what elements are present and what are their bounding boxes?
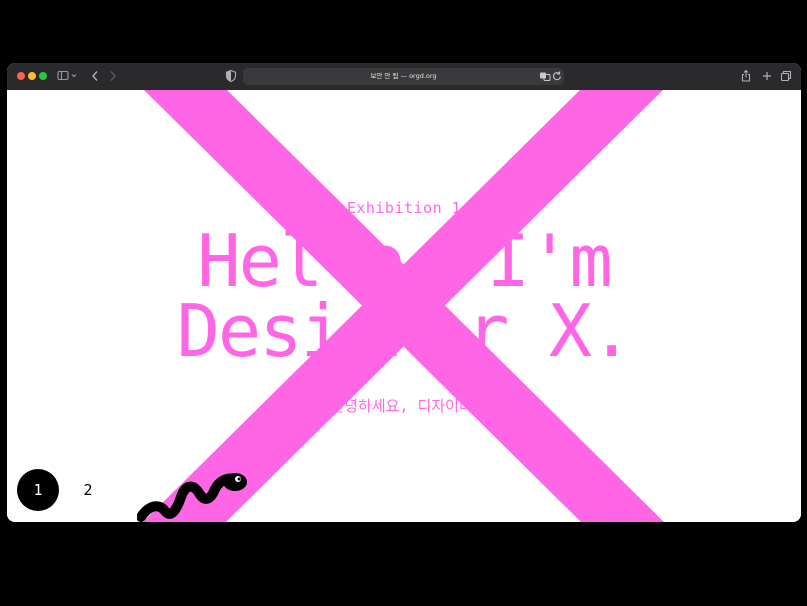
page-content: Exhibition 1 Hello, I'm Designer X. 전시 1… — [7, 90, 801, 522]
page-title: Hello, I'm Designer X. — [7, 219, 801, 373]
close-window-button[interactable] — [17, 72, 25, 80]
address-bar[interactable]: 보안 안 됨 — orgd.org — [243, 68, 564, 85]
tab-overview-icon[interactable] — [780, 69, 792, 83]
browser-window: 보안 안 됨 — orgd.org Exhibition 1 Hello, I'… — [7, 63, 801, 522]
shield-icon[interactable] — [225, 69, 237, 83]
browser-toolbar: 보안 안 됨 — orgd.org — [7, 63, 801, 91]
maximize-window-button[interactable] — [39, 72, 47, 80]
exhibition-label: Exhibition 1 — [346, 199, 462, 217]
title-line-1: Hello, I'm — [197, 219, 612, 303]
minimize-window-button[interactable] — [28, 72, 36, 80]
sidebar-icon[interactable] — [57, 69, 79, 83]
title-line-2: Designer X. — [176, 289, 634, 373]
plus-icon[interactable] — [761, 69, 773, 83]
share-icon[interactable] — [740, 69, 752, 83]
reload-icon[interactable] — [551, 69, 563, 83]
chevron-left-icon[interactable] — [89, 69, 101, 83]
address-text: 보안 안 됨 — orgd.org — [370, 72, 437, 80]
translate-icon[interactable] — [539, 69, 551, 83]
page-1-button[interactable]: 1 — [17, 469, 59, 511]
korean-subtitle: 전시 1: 안녕하세요, 디자이너 X입니다. — [266, 397, 542, 415]
chevron-right-icon[interactable] — [107, 69, 119, 83]
snake-illustration — [137, 473, 247, 522]
page-2-button[interactable]: 2 — [67, 469, 109, 511]
